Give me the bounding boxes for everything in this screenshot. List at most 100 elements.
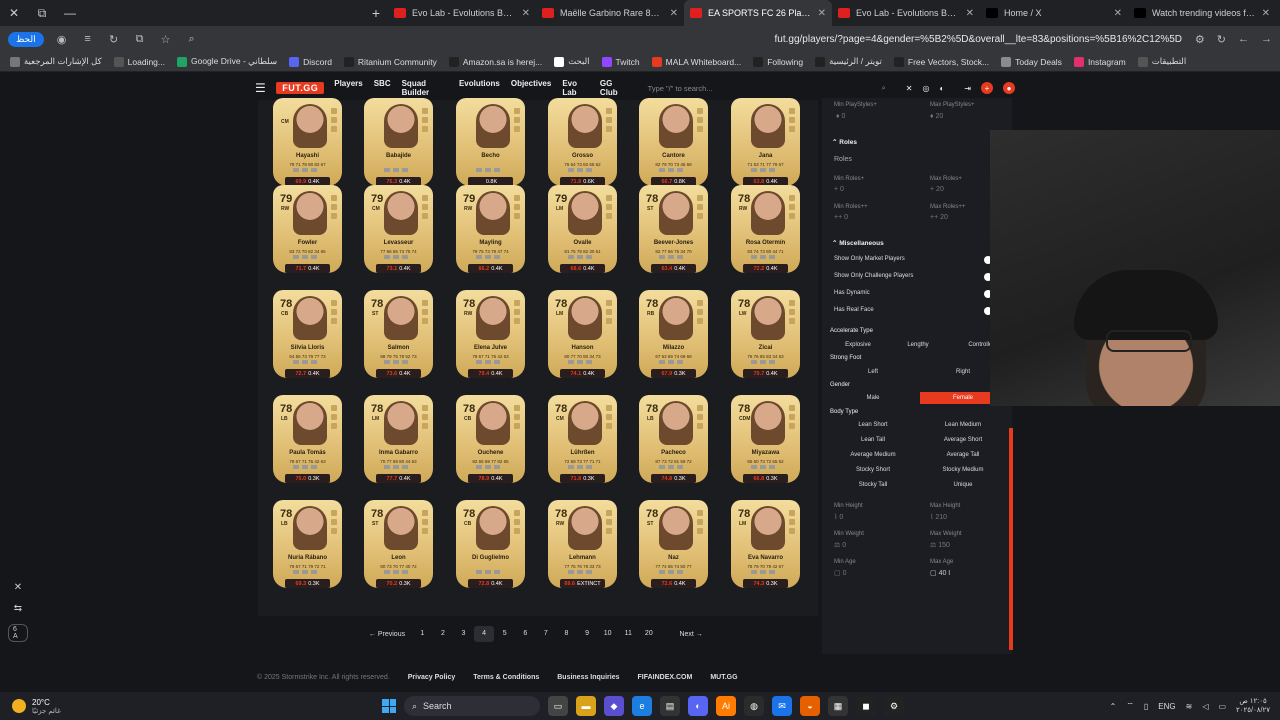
search-icon[interactable]: ⌕ — [184, 33, 200, 46]
tab-close-icon[interactable]: ✕ — [818, 8, 826, 19]
max-playstyles-field[interactable]: ♦ 20 — [930, 113, 943, 120]
player-card[interactable]: 78 LW Zicai 76 76 65 83 34 63 70.7 0.4K — [731, 290, 800, 378]
nav-item-sbc[interactable]: SBC — [374, 79, 391, 97]
back-icon[interactable]: ← — [1238, 33, 1249, 46]
prev-page-button[interactable]: ← Previous — [362, 631, 412, 638]
site-search-input[interactable]: Type "/" to search... ⌕ — [644, 80, 890, 96]
discord-icon[interactable]: ◐ — [939, 84, 944, 93]
settings-icon[interactable]: ⚙ — [884, 696, 904, 716]
min-weight-field[interactable]: ⚖ 0 — [834, 541, 846, 549]
battery-icon[interactable]: ▯ — [1144, 702, 1148, 711]
bookmark-item[interactable]: Discord — [289, 56, 332, 67]
min-age-field[interactable]: ▢ 0 — [834, 569, 846, 577]
player-card[interactable]: 78 CB Ouchene 82 65 69 77 82 65 78.9 0.4K — [456, 395, 525, 483]
filter-scrollbar[interactable] — [1009, 428, 1013, 650]
task-view-icon[interactable]: ▭ — [548, 696, 568, 716]
weather-widget[interactable]: 20°C غائم جزئيًا — [12, 698, 61, 715]
forward-icon[interactable]: → — [1261, 33, 1272, 46]
footer-link-privacy[interactable]: Privacy Policy — [408, 674, 455, 681]
nav-item-evolutions[interactable]: Evolutions — [459, 79, 500, 97]
player-card[interactable]: Jana 71 53 71 77 79 67 63.8 0.4K — [731, 98, 800, 186]
player-card[interactable]: Babajide 76.3 0.4K — [364, 98, 433, 186]
page-button[interactable]: 5 — [494, 626, 515, 642]
player-card[interactable]: 78 ST Beever-Jones 82 77 66 75 34 70 63.4 0.4… — [639, 185, 708, 273]
bookmark-item[interactable]: Google Drive - سلطاني — [176, 56, 277, 67]
chevron-up-icon[interactable]: ⌃ — [1110, 702, 1117, 711]
player-card[interactable]: 78 LB Nuria Rábano 79 67 71 79 72 71 69.3 0.3… — [273, 500, 342, 588]
min-playstyles-field[interactable]: ♦ 0 — [836, 113, 845, 120]
taskbar-search[interactable]: ⌕ Search — [404, 696, 540, 716]
page-button[interactable]: 2 — [433, 626, 454, 642]
media-icon[interactable]: ◼ — [856, 696, 876, 716]
browser-tab[interactable]: Watch trending videos for you ✕ — [1128, 0, 1276, 26]
player-card[interactable]: 79 RW Fowler 83 72 70 82 34 65 71.7 0.4K — [273, 185, 342, 273]
login-icon[interactable]: ⇥ — [964, 84, 971, 93]
browser-tab[interactable]: Evo Lab - Evolutions Builder - F ✕ — [388, 0, 536, 26]
illustrator-icon[interactable]: Ai — [716, 696, 736, 716]
translate-button[interactable]: الحظ — [8, 31, 44, 47]
windows-start-icon[interactable] — [382, 699, 396, 713]
player-card[interactable]: 78 ST Naz 77 74 65 74 50 77 72.6 0.4K — [639, 500, 708, 588]
player-card[interactable]: 78 CB Di Guglielmo 72.8 0.4K — [456, 500, 525, 588]
bookmark-item[interactable]: Ritanium Community — [343, 56, 437, 67]
bookmark-item[interactable]: كل الإشارات المرجعية — [10, 56, 102, 67]
player-card[interactable]: Grosso 76 64 73 82 66 62 71.8 0.6K — [548, 98, 617, 186]
battery2-icon[interactable]: ▭ — [1218, 702, 1226, 711]
player-card[interactable]: 78 RW Lehmann 77 75 76 79 33 73 69.6 EXTINCT — [548, 500, 617, 588]
body-type-button[interactable]: Average Short — [920, 434, 1006, 446]
new-tab-icon[interactable]: + — [364, 5, 388, 21]
max-roles-field[interactable]: + 20 — [930, 186, 944, 193]
chrome-icon[interactable]: ◍ — [744, 696, 764, 716]
min-roles2-field[interactable]: ++ 0 — [834, 214, 848, 221]
body-type-button[interactable]: Average Tall — [920, 449, 1006, 461]
add-icon[interactable]: + — [981, 82, 993, 94]
bookmark-item[interactable]: تويتر / الرئيسية — [815, 56, 882, 67]
copilot-icon[interactable]: ◆ — [604, 696, 624, 716]
player-card[interactable]: 78 LM Inma Gabarro 70 77 69 80 44 63 77.7 0.4… — [364, 395, 433, 483]
tab-close-icon[interactable]: ✕ — [522, 8, 530, 19]
page-button[interactable]: 7 — [536, 626, 557, 642]
body-type-button[interactable]: Stocky Tall — [830, 479, 916, 491]
page-button[interactable]: 8 — [556, 626, 577, 642]
body-type-button[interactable]: Lean Medium — [920, 419, 1006, 431]
max-weight-field[interactable]: ⚖ 150 — [930, 541, 950, 549]
player-card[interactable]: 78 LM Eva Navarro 78 79 70 78 42 67 74.3 0.3K — [731, 500, 800, 588]
footer-link-mutgg[interactable]: MUT.GG — [710, 674, 737, 681]
bookmark-item[interactable]: MALA Whiteboard... — [651, 56, 741, 67]
clock[interactable]: ١٢:٠٥ ص ٢٠٢٥/٠٨/٢٧ — [1236, 697, 1270, 715]
body-type-button[interactable]: Lean Short — [830, 419, 916, 431]
discord-app-icon[interactable]: ◐ — [688, 696, 708, 716]
browser-tab[interactable]: Home / X ✕ — [980, 0, 1128, 26]
restore-icon[interactable]: ⧉ — [28, 0, 56, 26]
tune-icon[interactable]: ⚙ — [1195, 33, 1205, 46]
max-roles2-field[interactable]: ++ 20 — [930, 214, 948, 221]
page-button[interactable]: 10 — [597, 626, 618, 642]
mail-icon[interactable]: ✉ — [772, 696, 792, 716]
page-button[interactable]: 6 — [515, 626, 536, 642]
tab-close-icon[interactable]: ✕ — [670, 8, 678, 19]
bookmark-item[interactable]: Free Vectors, Stock... — [893, 56, 989, 67]
player-card[interactable]: 78 LM Hanson 80 77 70 80 34 73 74.1 0.4K — [548, 290, 617, 378]
page-button[interactable]: 3 — [453, 626, 474, 642]
site-logo[interactable]: FUT.GG — [276, 82, 325, 94]
body-type-button[interactable]: Lean Tall — [830, 434, 916, 446]
player-card[interactable]: 78 RB Milazzo 67 63 69 74 69 68 67.9 0.3K — [639, 290, 708, 378]
refresh-icon[interactable]: ↻ — [106, 33, 122, 46]
blender-icon[interactable]: ◒ — [800, 696, 820, 716]
network-icon[interactable]: ⌔ — [1126, 701, 1134, 711]
player-card[interactable]: 79 RW Mayling 79 75 73 79 47 74 66.2 0.4K — [456, 185, 525, 273]
footer-link-business[interactable]: Business Inquiries — [557, 674, 619, 681]
nav-item-evo-lab[interactable]: Evo Lab — [562, 79, 589, 97]
player-card[interactable]: 78 CB Silvia Lloris 64 55 73 79 77 73 72.7 0.… — [273, 290, 342, 378]
min-height-field[interactable]: ⌇ 0 — [834, 513, 843, 521]
foot-left-button[interactable]: Left — [830, 366, 916, 378]
browser-tab[interactable]: Maëlle Garbino Rare 81 OVR - F ✕ — [536, 0, 684, 26]
file-explorer-icon[interactable]: ▬ — [576, 696, 596, 716]
nav-item-gg-club[interactable]: GG Club — [600, 79, 628, 97]
page-button[interactable]: 11 — [618, 626, 639, 642]
min-roles-field[interactable]: + 0 — [834, 186, 844, 193]
nav-item-squad-builder[interactable]: Squad Builder — [402, 79, 448, 97]
profile-icon[interactable]: ● — [1003, 82, 1015, 94]
bookmark-item[interactable]: Loading... — [113, 56, 165, 67]
swap-icon[interactable]: ⇆ — [14, 603, 22, 614]
